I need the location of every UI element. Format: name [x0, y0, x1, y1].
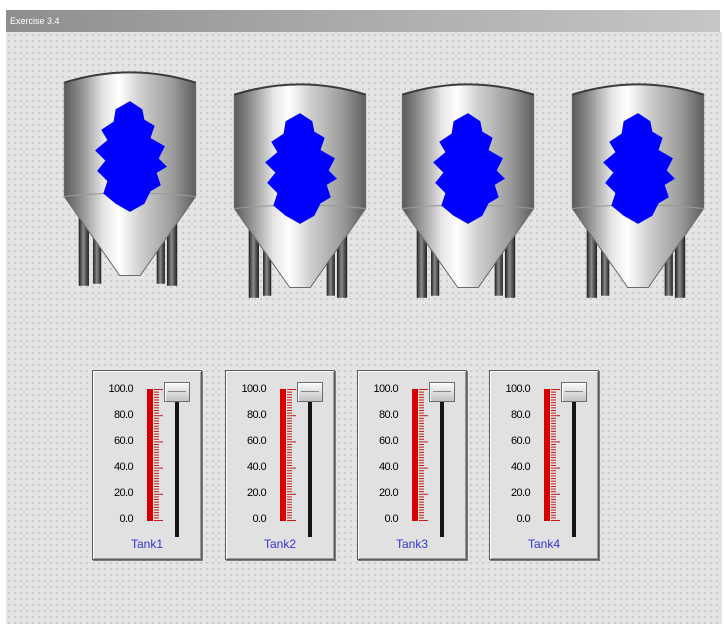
scale-ticks	[154, 389, 163, 521]
scale-label: 60.0	[510, 435, 531, 447]
scale-label: 20.0	[510, 487, 531, 499]
slider-track[interactable]	[175, 391, 179, 537]
tank-label: Tank3	[395, 537, 429, 551]
slider-thumb[interactable]	[164, 382, 190, 402]
tank-vessel-4	[571, 83, 705, 298]
slider-thumb[interactable]	[429, 382, 455, 402]
scale-label: 100.0	[108, 383, 133, 395]
level-bar	[544, 389, 550, 521]
scale-label: 40.0	[113, 461, 134, 473]
scale-label: 100.0	[241, 383, 266, 395]
tank-vessel-1	[63, 71, 197, 286]
scale-label: 80.0	[246, 409, 267, 421]
scale-label: 20.0	[378, 487, 399, 499]
scale-label: 80.0	[113, 409, 134, 421]
tank-vessel-2	[233, 83, 367, 298]
scale-label: 20.0	[113, 487, 134, 499]
tank-panel-2: 100.0 80.0 60.0 40.0 20.0 0.0 Tank2	[225, 370, 335, 560]
scale-label: 0.0	[384, 513, 399, 525]
scale-label: 100.0	[505, 383, 530, 395]
scale-label: 0.0	[516, 513, 531, 525]
scale-label: 0.0	[252, 513, 267, 525]
slider-track[interactable]	[440, 391, 444, 537]
tank-label: Tank2	[263, 537, 297, 551]
tank-label: Tank4	[527, 537, 561, 551]
scale-ticks	[419, 389, 428, 521]
scale-label: 60.0	[246, 435, 267, 447]
level-bar	[280, 389, 286, 521]
window-title: Exercise 3.4	[10, 16, 60, 26]
hmi-canvas: 100.0 80.0 60.0 40.0 20.0 0.0 Tank1 100.…	[6, 32, 722, 624]
scale-label: 20.0	[246, 487, 267, 499]
scale-label: 0.0	[119, 513, 134, 525]
slider-thumb[interactable]	[297, 382, 323, 402]
level-bar	[412, 389, 418, 521]
slider-track[interactable]	[308, 391, 312, 537]
tank-panel-4: 100.0 80.0 60.0 40.0 20.0 0.0 Tank4	[489, 370, 599, 560]
slider-thumb[interactable]	[561, 382, 587, 402]
tank-panel-3: 100.0 80.0 60.0 40.0 20.0 0.0 Tank3	[357, 370, 467, 560]
tank-vessel-3	[401, 83, 535, 298]
slider-track[interactable]	[572, 391, 576, 537]
level-bar	[147, 389, 153, 521]
tank-panel-1: 100.0 80.0 60.0 40.0 20.0 0.0 Tank1	[92, 370, 202, 560]
scale-label: 80.0	[510, 409, 531, 421]
scale-label: 100.0	[373, 383, 398, 395]
scale-label: 40.0	[246, 461, 267, 473]
application-window: Exercise 3.4 100.0 80.0 60.0 40.0 20.0 0…	[0, 0, 723, 624]
scale-label: 60.0	[113, 435, 134, 447]
scale-label: 80.0	[378, 409, 399, 421]
scale-label: 40.0	[510, 461, 531, 473]
scale-ticks	[287, 389, 296, 521]
window-title-bar[interactable]: Exercise 3.4	[6, 10, 720, 32]
scale-label: 40.0	[378, 461, 399, 473]
scale-label: 60.0	[378, 435, 399, 447]
scale-ticks	[551, 389, 560, 521]
tank-label: Tank1	[130, 537, 164, 551]
